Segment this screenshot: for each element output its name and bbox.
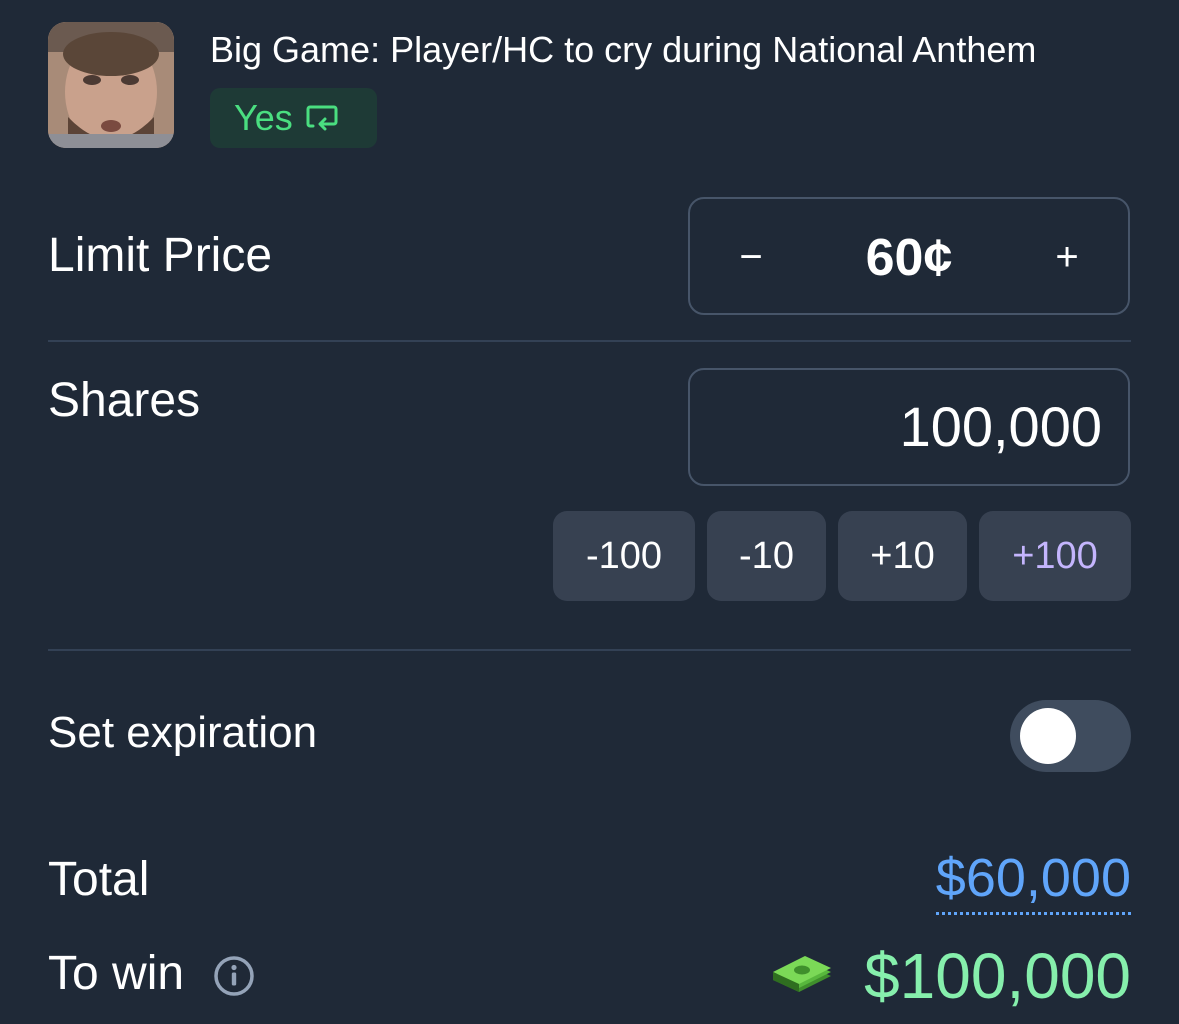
toggle-knob bbox=[1020, 708, 1076, 764]
shares-input[interactable]: 100,000 bbox=[688, 368, 1130, 486]
to-win-label: To win bbox=[48, 947, 185, 1000]
info-icon[interactable] bbox=[212, 954, 256, 998]
avatar-photo-icon bbox=[48, 22, 174, 148]
outcome-label: Yes bbox=[234, 97, 293, 138]
expiration-toggle[interactable] bbox=[1010, 700, 1131, 772]
to-win-value: $100,000 bbox=[864, 940, 1131, 1012]
shares-plus-100-button[interactable]: +100 bbox=[979, 511, 1131, 601]
shares-label: Shares bbox=[48, 374, 201, 427]
divider bbox=[48, 340, 1131, 342]
price-increment-button[interactable]: + bbox=[1036, 217, 1098, 297]
divider bbox=[48, 649, 1131, 651]
limit-price-stepper: − 60¢ + bbox=[688, 197, 1130, 315]
total-value[interactable]: $60,000 bbox=[935, 846, 1131, 915]
shares-minus-10-button[interactable]: -10 bbox=[707, 511, 826, 601]
money-icon bbox=[773, 956, 831, 992]
outcome-badge[interactable]: Yes bbox=[210, 88, 377, 148]
shares-plus-10-button[interactable]: +10 bbox=[838, 511, 967, 601]
set-expiration-label: Set expiration bbox=[48, 708, 318, 757]
order-panel: Big Game: Player/HC to cry during Nation… bbox=[0, 0, 1179, 1024]
total-label: Total bbox=[48, 853, 150, 906]
market-avatar bbox=[48, 22, 174, 148]
swap-icon bbox=[306, 105, 338, 131]
shares-minus-100-button[interactable]: -100 bbox=[553, 511, 695, 601]
price-decrement-button[interactable]: − bbox=[720, 217, 782, 297]
market-title: Big Game: Player/HC to cry during Nation… bbox=[210, 29, 1037, 70]
limit-price-label: Limit Price bbox=[48, 229, 273, 282]
limit-price-value[interactable]: 60¢ bbox=[800, 199, 1018, 313]
